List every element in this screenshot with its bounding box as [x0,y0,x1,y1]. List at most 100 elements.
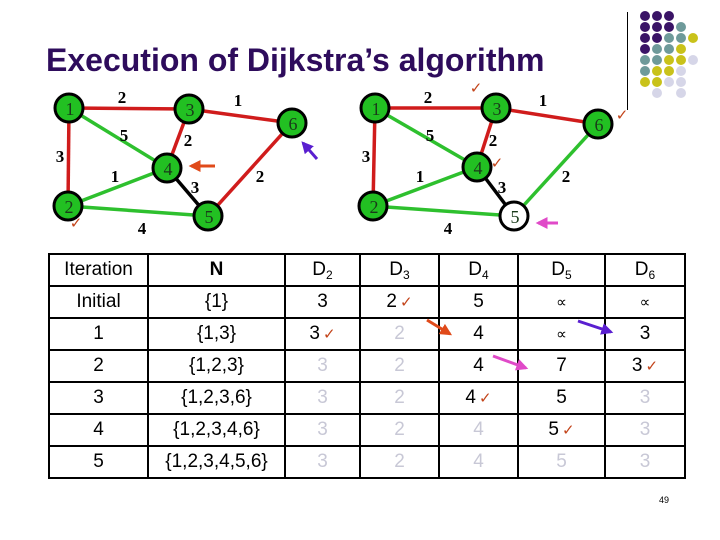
page-number: 49 [659,495,670,505]
distance-value: 4 [473,355,484,376]
distance-cell: 3 [604,381,686,415]
node-label: 3 [493,99,502,119]
column-header-text: N [209,259,224,280]
distance-cell: 3 [284,349,361,383]
n-set-cell: {1,2,3,4,6} [147,413,286,447]
check-icon: ✓ [323,326,336,343]
edge-weight-label: 2 [424,88,433,107]
column-header: D3 [359,253,440,287]
distance-cell: ∝ [517,285,606,319]
edge-weight-label: 2 [184,131,193,150]
edge-weight-label: 2 [256,167,265,186]
edge-weight-label: 3 [498,178,507,197]
iteration-cell: 5 [48,445,149,479]
distance-value: 3 [639,419,651,440]
distance-value: 5 [556,451,567,472]
node-5: 5 [192,200,224,232]
column-header-text: D [634,258,649,280]
distance-cell: 5 [517,445,606,479]
table-row: 4 {1,2,3,4,6} 3 2 4 5 ✓ 3 [48,413,686,447]
edge-weight-label: 3 [56,147,65,166]
node-label: 5 [205,207,214,227]
distance-value: 5 [473,291,484,312]
distance-cell: 3 [284,413,361,447]
iteration-cell: 2 [48,349,149,383]
node-label: 4 [164,159,173,179]
iteration-cell: 3 [48,381,149,415]
edge-weight-label: 2 [562,167,571,186]
n-set-cell: {1,2,3} [147,349,286,383]
distance-value: 3 [317,291,328,312]
edge-weight-label: 3 [191,178,200,197]
column-header-subscript: 4 [482,267,489,282]
edge-1-3 [68,106,190,111]
distance-value: 3 [317,451,328,472]
distance-value: 2 [394,419,405,440]
node-label: 6 [289,114,298,134]
column-header-text: D [468,258,483,280]
check-icon: ✓ [400,294,413,311]
slide: Execution of Dijkstra’s algorithm 213251… [0,0,720,540]
edge-weight-label: 5 [426,126,435,145]
distance-cell: 3 [604,413,686,447]
iteration-cell: 1 [48,317,149,351]
table-row: 1 {1,3} 3 ✓ 2 4 ∝ 3 [48,317,686,351]
edge-weight-label: 1 [539,91,548,110]
distance-cell: 3 ✓ [604,349,686,383]
distance-cell: 2 [359,381,440,415]
node-label: 3 [186,100,195,120]
n-set-cell: {1,2,3,6} [147,381,286,415]
distance-value: 3 [639,451,651,472]
edge-weight-label: 2 [489,131,498,150]
edge-weight-label: 1 [111,167,120,186]
node-label: 2 [370,197,379,217]
distance-value: 2 [386,291,397,312]
check-icon: ✓ [70,216,83,232]
table-row: Initial {1} 3 2 ✓ 5 ∝ ∝ [48,285,686,319]
node-3: 3 [480,92,512,124]
node-label: 2 [65,197,74,217]
distance-value: 2 [394,355,405,376]
node-4: 4 [151,152,183,184]
column-header: D6 [604,253,686,287]
distance-cell: 5 ✓ [517,413,606,447]
edge-3-6 [188,107,293,125]
distance-value: 3 [309,323,320,344]
column-header-text: D [389,258,404,280]
edge-5-6 [512,122,600,218]
column-header-text: D [551,258,566,280]
table-row: 3 {1,2,3,6} 3 2 4 ✓ 5 3 [48,381,686,415]
edge-2-5 [372,204,515,218]
column-header-subscript: 5 [565,267,572,282]
column-header-subscript: 2 [326,267,333,282]
edge-weight-label: 4 [444,219,453,238]
node-label: 1 [66,99,75,119]
node-3: 3 [173,93,205,125]
check-icon: ✓ [616,108,629,124]
table-header-row: Iteration N D2 D3 D4 D5 D6 [48,253,686,287]
edge-weight-label: 5 [120,126,129,145]
node-label: 5 [511,207,520,227]
distance-value: 5 [548,419,559,440]
distance-value: 3 [639,387,651,408]
n-set-cell: {1,3} [147,317,286,351]
distance-cell: 3 [284,381,361,415]
column-header-subscript: 6 [648,267,656,282]
distance-value: 4 [473,451,484,472]
distance-value: 2 [394,323,405,344]
arrow-icon [301,141,319,160]
distance-value: 3 [631,355,643,376]
distance-cell: 2 ✓ [359,285,440,319]
edge-2-5 [67,204,209,218]
column-header: D2 [284,253,361,287]
column-header: D4 [438,253,519,287]
distance-cell: 5 [438,285,519,319]
column-header-subscript: 3 [403,267,410,282]
distance-value: 3 [317,419,328,440]
node-1: 1 [53,92,85,124]
distance-cell: 3 [604,445,686,479]
n-set-cell: {1,2,3,4,5,6} [147,445,286,479]
distance-cell: 2 [359,349,440,383]
iteration-cell: Initial [48,285,149,319]
distance-value: ∝ [556,294,567,311]
